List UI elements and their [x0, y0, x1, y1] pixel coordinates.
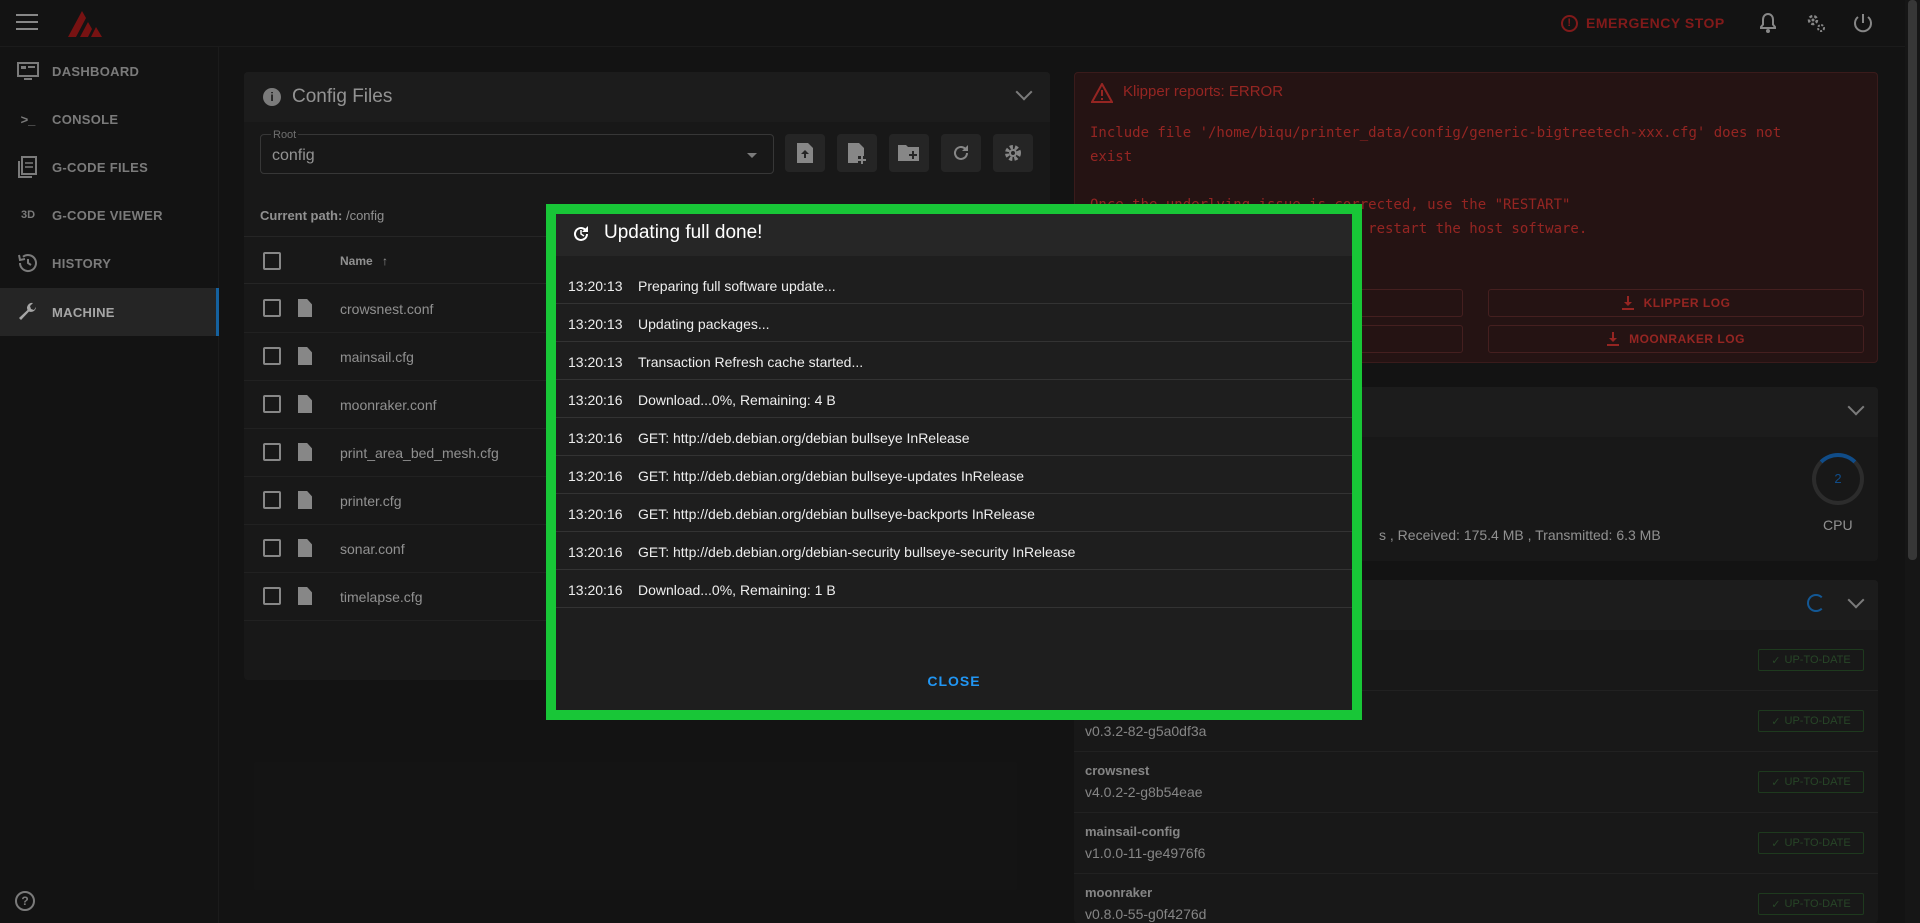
- log-time: 13:20:16: [568, 392, 623, 408]
- dialog-title: Updating full done!: [604, 222, 763, 243]
- log-time: 13:20:16: [568, 582, 623, 598]
- log-time: 13:20:13: [568, 316, 623, 332]
- log-entry: 13:20:16 GET: http://deb.debian.org/debia…: [556, 456, 1352, 494]
- log-message: GET: http://deb.debian.org/debian bullse…: [638, 468, 1025, 484]
- log-message: GET: http://deb.debian.org/debian-securi…: [638, 544, 1076, 560]
- log-time: 13:20:16: [568, 544, 623, 560]
- log-entry: 13:20:16 GET: http://deb.debian.org/debia…: [556, 494, 1352, 532]
- log-time: 13:20:13: [568, 278, 623, 294]
- log-time: 13:20:13: [568, 354, 623, 370]
- log-entry: 13:20:13 Preparing full software update..…: [556, 266, 1352, 304]
- log-entry: 13:20:16 GET: http://deb.debian.org/debia…: [556, 418, 1352, 456]
- log-message: Download...0%, Remaining: 1 B: [638, 582, 836, 598]
- log-message: Preparing full software update...: [638, 278, 836, 294]
- log-time: 13:20:16: [568, 468, 623, 484]
- log-time: 13:20:16: [568, 506, 623, 522]
- log-message: GET: http://deb.debian.org/debian bullse…: [638, 506, 1035, 522]
- log-entry: 13:20:16 Download...0%, Remaining: 1 B: [556, 570, 1352, 608]
- dialog-header: Updating full done!: [556, 214, 1352, 256]
- log-entry: 13:20:16 GET: http://deb.debian.org/debia…: [556, 532, 1352, 570]
- update-icon: [574, 226, 588, 241]
- log-entry: 13:20:13 Transaction Refresh cache starte…: [556, 342, 1352, 380]
- log-entry: 13:20:13 Updating packages...: [556, 304, 1352, 342]
- close-button[interactable]: CLOSE: [916, 665, 992, 697]
- log-message: Download...0%, Remaining: 4 B: [638, 392, 836, 408]
- log-time: 13:20:16: [568, 430, 623, 446]
- log-entry: 13:20:16 Download...0%, Remaining: 4 B: [556, 380, 1352, 418]
- log-message: Transaction Refresh cache started...: [638, 354, 864, 370]
- log-message: GET: http://deb.debian.org/debian bullse…: [638, 430, 970, 446]
- update-dialog: Updating full done! 13:20:13 Preparing fu…: [556, 214, 1352, 710]
- log-message: Updating packages...: [638, 316, 770, 332]
